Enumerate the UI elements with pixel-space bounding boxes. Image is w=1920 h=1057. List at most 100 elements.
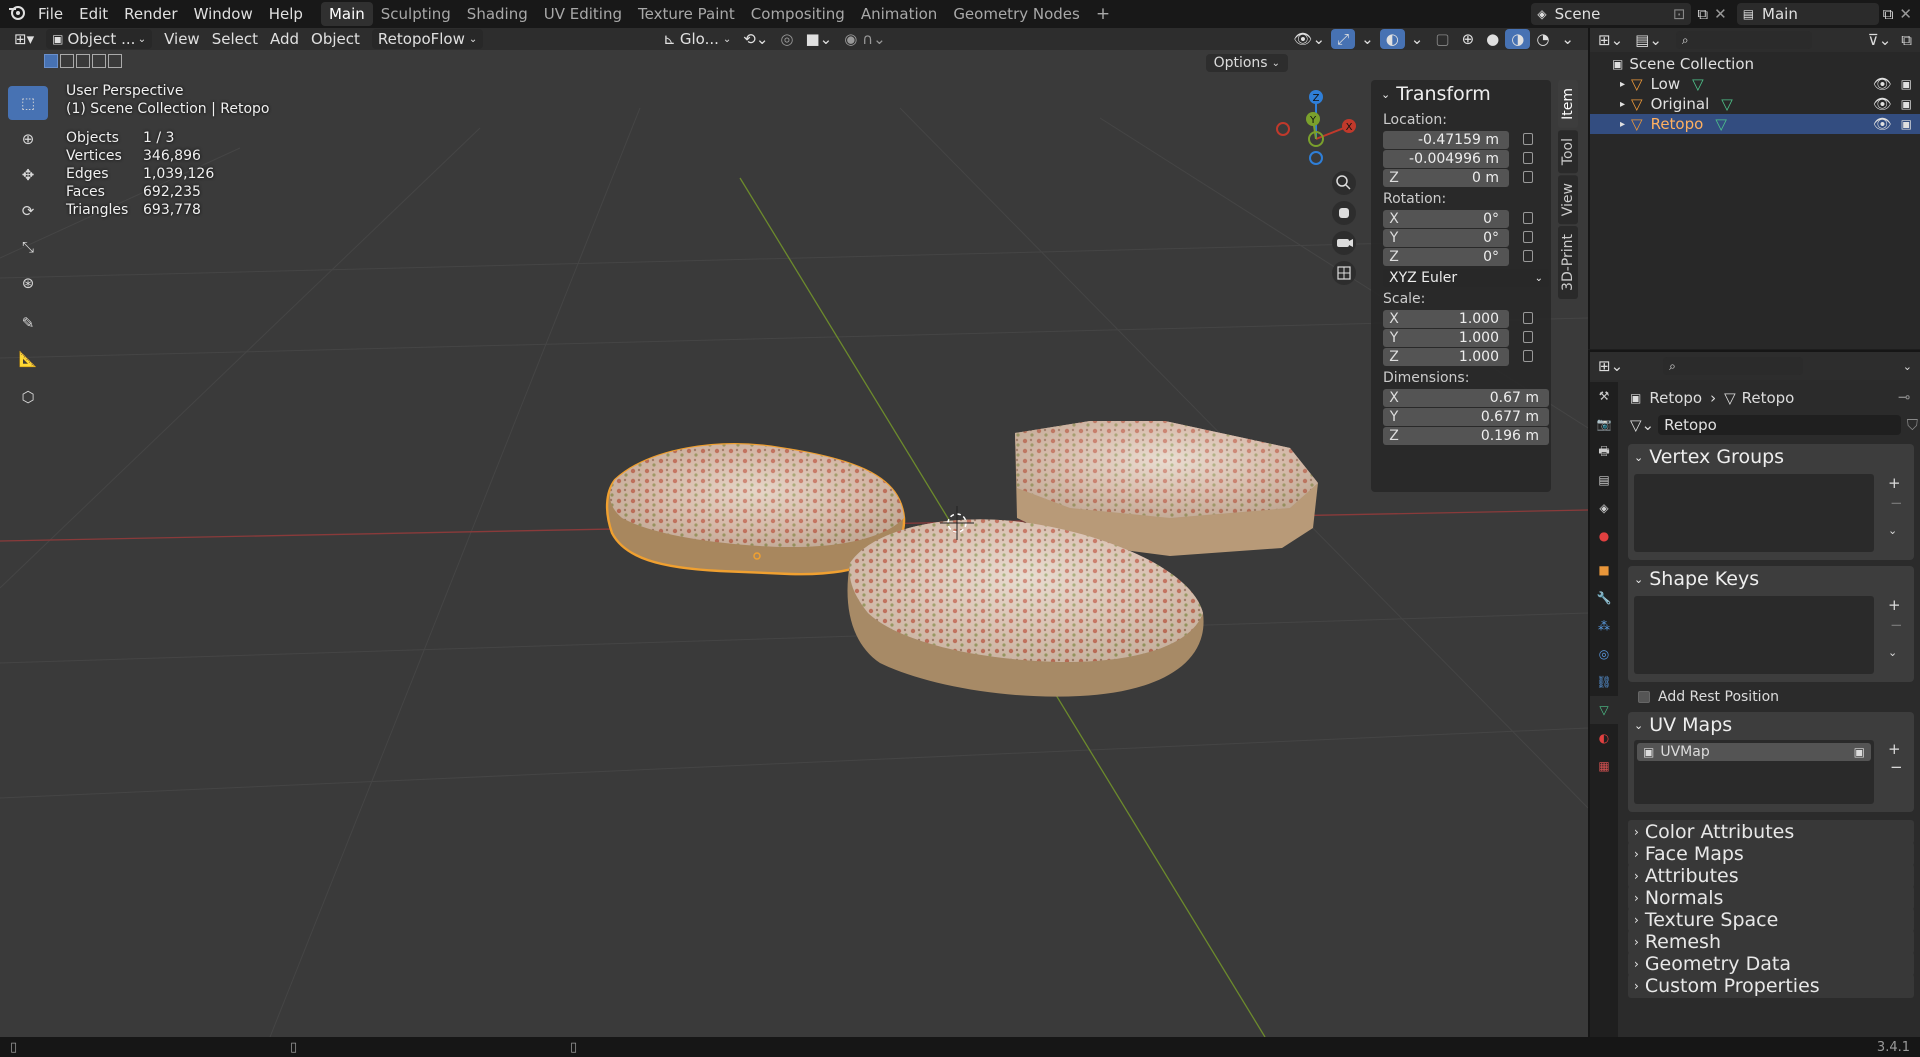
dimensions-z-field[interactable]: Z 0.196 m: [1383, 427, 1549, 445]
outliner-row-scene-collection[interactable]: ▣ Scene Collection: [1590, 54, 1920, 74]
transform-orientation-dropdown[interactable]: ⊾ Glo... ⌄: [657, 29, 737, 49]
lock-icon[interactable]: [1523, 350, 1533, 362]
select-new-icon[interactable]: [44, 54, 58, 68]
expand-arrow-icon[interactable]: ▸: [1620, 79, 1625, 90]
normals-panel[interactable]: › Normals: [1628, 886, 1914, 910]
lock-icon[interactable]: [1523, 133, 1533, 145]
shading-rendered-icon[interactable]: ◔: [1530, 29, 1555, 49]
delete-scene-icon[interactable]: ✕: [1714, 5, 1727, 23]
texture-props-icon[interactable]: ▦: [1590, 752, 1618, 780]
eye-icon[interactable]: 👁: [1873, 115, 1892, 133]
view-layer-props-icon[interactable]: ▤: [1590, 466, 1618, 494]
new-collection-icon[interactable]: ⧉: [1901, 31, 1912, 49]
retopoflow-menu[interactable]: RetopoFlow ⌄: [371, 29, 484, 49]
add-rest-position-checkbox[interactable]: [1638, 691, 1650, 703]
lock-icon[interactable]: [1523, 171, 1533, 183]
constraints-props-icon[interactable]: ⛓: [1590, 668, 1618, 696]
rotation-y-field[interactable]: Y 0°: [1383, 229, 1533, 247]
rotate-tool-icon[interactable]: ⟳: [8, 194, 48, 228]
mesh-data-props-icon[interactable]: ▽: [1590, 696, 1618, 724]
shading-dropdown-icon[interactable]: ⌄: [1555, 29, 1580, 49]
transform-tool-icon[interactable]: ⊛: [8, 266, 48, 300]
tab-item[interactable]: Item: [1558, 80, 1578, 128]
navigation-gizmo[interactable]: Z X Y: [1276, 90, 1356, 165]
properties-search-input[interactable]: ⌕: [1663, 357, 1804, 375]
outliner-search-input[interactable]: ⌕: [1675, 31, 1812, 49]
shading-wireframe-icon[interactable]: ⊕: [1456, 29, 1481, 49]
rotation-z-field[interactable]: Z 0°: [1383, 248, 1533, 266]
add-vertex-group-icon[interactable]: +: [1888, 474, 1901, 492]
scene-selector[interactable]: ◈ Scene ⊡: [1531, 3, 1692, 25]
material-props-icon[interactable]: ◐: [1590, 724, 1618, 752]
expand-arrow-icon[interactable]: ▸: [1620, 99, 1625, 110]
pin-icon[interactable]: ⊸: [1898, 388, 1911, 406]
shape-keys-list[interactable]: [1634, 596, 1874, 674]
rotation-mode-dropdown[interactable]: XYZ Euler ⌄: [1383, 269, 1549, 287]
location-x-field[interactable]: -0.47159 m: [1383, 131, 1533, 149]
color-attributes-panel[interactable]: › Color Attributes: [1628, 820, 1914, 844]
scale-x-field[interactable]: X 1.000: [1383, 310, 1533, 328]
lock-icon[interactable]: [1523, 231, 1533, 243]
menu-view[interactable]: View: [158, 29, 206, 49]
vertex-groups-list[interactable]: [1634, 474, 1874, 552]
chevron-down-icon[interactable]: ⌄: [1903, 360, 1912, 373]
location-z-field[interactable]: Z 0 m: [1383, 169, 1533, 187]
rotation-x-field[interactable]: X 0°: [1383, 210, 1533, 228]
measure-tool-icon[interactable]: 📐: [8, 342, 48, 376]
overlays-toggle-icon[interactable]: ◐: [1379, 29, 1405, 49]
visibility-icon[interactable]: 👁⌄: [1287, 29, 1331, 49]
mode-dropdown[interactable]: ▣ Object ... ⌄: [46, 29, 153, 49]
world-props-icon[interactable]: ●: [1590, 522, 1618, 550]
remove-shape-key-icon[interactable]: −: [1890, 616, 1903, 634]
add-workspace-icon[interactable]: +: [1088, 1, 1118, 27]
dimensions-x-field[interactable]: X 0.67 m: [1383, 389, 1549, 407]
blender-logo-icon[interactable]: [0, 3, 30, 25]
transform-panel-header[interactable]: ⌄ Transform: [1371, 80, 1551, 108]
geometry-data-panel[interactable]: › Geometry Data: [1628, 952, 1914, 976]
new-scene-icon[interactable]: ⧉: [1697, 5, 1708, 23]
add-shape-key-icon[interactable]: +: [1888, 596, 1901, 614]
camera-icon[interactable]: ▣: [1901, 97, 1912, 111]
tool-props-icon[interactable]: ⚒: [1590, 382, 1618, 410]
pivot-point-icon[interactable]: ⟲⌄: [737, 29, 774, 49]
add-cube-tool-icon[interactable]: ⬡: [8, 380, 48, 414]
vertex-group-menu-icon[interactable]: ⌄: [1888, 524, 1897, 537]
scale-z-field[interactable]: Z 1.000: [1383, 348, 1533, 366]
remesh-panel[interactable]: › Remesh: [1628, 930, 1914, 954]
select-box-tool-icon[interactable]: ⬚: [8, 86, 48, 120]
zoom-icon[interactable]: [1332, 171, 1356, 195]
vertex-groups-header[interactable]: ⌄ Vertex Groups: [1628, 444, 1914, 470]
editor-type-icon[interactable]: ⊞⌄: [1598, 357, 1623, 375]
tab-sculpting[interactable]: Sculpting: [373, 2, 459, 26]
proportional-edit-icon[interactable]: ◉ ∩⌄: [838, 29, 891, 49]
render-props-icon[interactable]: 📷: [1590, 410, 1618, 438]
menu-edit[interactable]: Edit: [71, 5, 116, 23]
snap-target-icon[interactable]: ■⌄: [800, 29, 839, 49]
3d-viewport[interactable]: Z X Y ⊞▾ ▣ Object ... ⌄ View Select Add …: [0, 28, 1588, 1037]
tab-3d-print[interactable]: 3D-Print: [1558, 226, 1578, 300]
fake-user-icon[interactable]: ⛉: [1907, 416, 1918, 434]
outliner-row-retopo[interactable]: ▸ ▽ Retopo ▽ 👁 ▣: [1590, 114, 1920, 134]
tab-tool[interactable]: Tool: [1558, 129, 1578, 174]
pin-icon[interactable]: ⊡: [1673, 5, 1686, 23]
filter-icon[interactable]: ⊽⌄: [1868, 31, 1892, 49]
eye-icon[interactable]: 👁: [1873, 75, 1892, 93]
menu-help[interactable]: Help: [261, 5, 311, 23]
tab-view[interactable]: View: [1558, 175, 1578, 225]
camera-view-icon[interactable]: [1332, 231, 1356, 255]
camera-icon[interactable]: ▣: [1901, 117, 1912, 131]
camera-icon[interactable]: ▣: [1901, 77, 1912, 91]
select-intersect-icon[interactable]: [108, 54, 122, 68]
shape-key-menu-icon[interactable]: ⌄: [1888, 646, 1897, 659]
lock-icon[interactable]: [1523, 212, 1533, 224]
texture-space-panel[interactable]: › Texture Space: [1628, 908, 1914, 932]
menu-render[interactable]: Render: [116, 5, 185, 23]
display-mode-icon[interactable]: ▤⌄: [1635, 31, 1662, 49]
new-view-layer-icon[interactable]: ⧉: [1883, 5, 1894, 23]
overlays-dropdown-icon[interactable]: ⌄: [1405, 29, 1430, 49]
particles-props-icon[interactable]: ⁂: [1590, 612, 1618, 640]
attributes-panel[interactable]: › Attributes: [1628, 864, 1914, 888]
tab-uv-editing[interactable]: UV Editing: [536, 2, 630, 26]
move-tool-icon[interactable]: ✥: [8, 158, 48, 192]
gizmo-dropdown-icon[interactable]: ⌄: [1355, 29, 1380, 49]
